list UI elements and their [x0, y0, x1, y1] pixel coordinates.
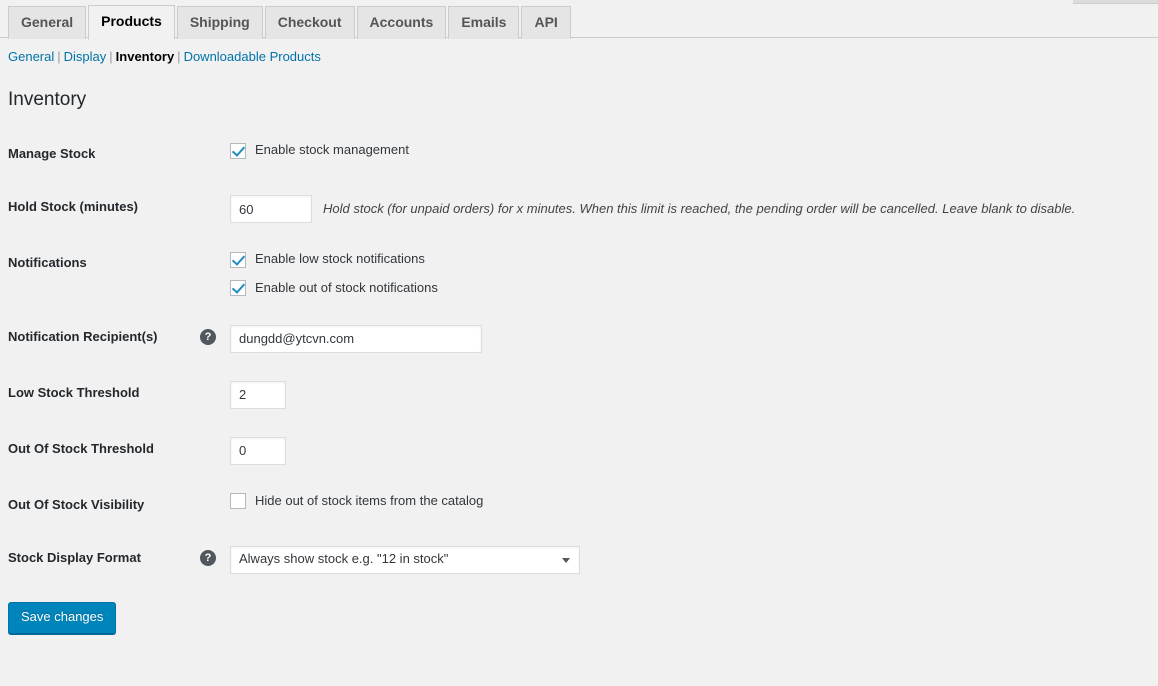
help-icon[interactable]: ?	[200, 329, 216, 346]
label-stock-display-format: Stock Display Format ?	[0, 532, 230, 588]
subnav-separator: |	[177, 49, 181, 64]
field-low-stock-threshold	[230, 367, 1150, 423]
tab-accounts[interactable]: Accounts	[356, 6, 447, 39]
tab-products[interactable]: Products	[88, 5, 175, 40]
stock-display-format-selected-value: Always show stock e.g. "12 in stock"	[239, 551, 449, 567]
row-notifications: Notifications Enable low stock notificat…	[0, 237, 1150, 311]
row-notification-recipients: Notification Recipient(s) ?	[0, 311, 1150, 367]
label-notification-recipients: Notification Recipient(s) ?	[0, 311, 230, 367]
label-out-of-stock-visibility-text: Out Of Stock Visibility	[8, 496, 145, 512]
label-hold-stock: Hold Stock (minutes)	[0, 181, 230, 237]
subnav-item-downloadable-products[interactable]: Downloadable Products	[184, 49, 321, 64]
label-manage-stock-text: Manage Stock	[8, 146, 96, 162]
checkbox-out-of-stock-notifications[interactable]	[230, 280, 246, 297]
label-notifications: Notifications	[0, 237, 230, 311]
checkbox-label-hide-out-of-stock-items[interactable]: Hide out of stock items from the catalog	[255, 493, 483, 510]
subnav-separator: |	[109, 49, 113, 64]
label-stock-display-format-text: Stock Display Format	[8, 549, 141, 565]
hold-stock-input[interactable]	[230, 195, 312, 224]
row-stock-display-format: Stock Display Format ? Always show stock…	[0, 532, 1150, 588]
checkbox-label-enable-stock-management[interactable]: Enable stock management	[255, 142, 409, 159]
checkbox-hide-out-of-stock-items[interactable]	[230, 493, 246, 510]
label-low-stock-threshold: Low Stock Threshold	[0, 367, 230, 423]
label-out-of-stock-visibility: Out Of Stock Visibility	[0, 479, 230, 532]
low-stock-threshold-input[interactable]	[230, 380, 286, 409]
subnav-separator: |	[57, 49, 61, 64]
settings-tab-bar: General Products Shipping Checkout Accounts E…	[0, 0, 1158, 40]
help-icon[interactable]: ?	[200, 550, 216, 567]
checkbox-low-stock-notifications[interactable]	[230, 251, 246, 268]
tab-emails[interactable]: Emails	[448, 6, 520, 39]
tab-general[interactable]: General	[8, 6, 87, 39]
field-notification-recipients	[230, 311, 1150, 367]
label-low-stock-threshold-text: Low Stock Threshold	[8, 384, 140, 400]
field-manage-stock: Enable stock management	[230, 128, 1150, 181]
subnav-item-general[interactable]: General	[8, 49, 54, 64]
label-notifications-text: Notifications	[8, 255, 87, 271]
field-out-of-stock-threshold	[230, 423, 1150, 479]
field-hold-stock: Hold stock (for unpaid orders) for x min…	[230, 181, 1150, 237]
field-notifications: Enable low stock notifications Enable ou…	[230, 237, 1150, 311]
subnav-item-inventory[interactable]: Inventory	[116, 49, 175, 64]
checkbox-row-hide-out-of-stock-items[interactable]: Hide out of stock items from the catalog	[230, 493, 1140, 510]
sub-navigation: General | Display | Inventory | Downloadable P…	[0, 38, 1158, 67]
stock-display-format-select[interactable]: Always show stock e.g. "12 in stock"	[230, 545, 580, 574]
submit-area: Save changes	[8, 601, 1158, 634]
checkbox-row-out-of-stock-notifications[interactable]: Enable out of stock notifications	[230, 280, 1140, 297]
checkbox-label-out-of-stock-notifications[interactable]: Enable out of stock notifications	[255, 280, 438, 297]
field-stock-display-format: Always show stock e.g. "12 in stock"	[230, 532, 1150, 588]
tab-shipping[interactable]: Shipping	[176, 6, 263, 39]
row-hold-stock: Hold Stock (minutes) Hold stock (for unp…	[0, 181, 1150, 237]
row-out-of-stock-threshold: Out Of Stock Threshold	[0, 423, 1150, 479]
subnav-item-display[interactable]: Display	[64, 49, 107, 64]
label-hold-stock-text: Hold Stock (minutes)	[8, 199, 139, 215]
page-title: Inventory	[8, 88, 87, 110]
field-out-of-stock-visibility: Hide out of stock items from the catalog	[230, 479, 1150, 532]
out-of-stock-threshold-input[interactable]	[230, 436, 286, 465]
checkbox-row-enable-stock-management[interactable]: Enable stock management	[230, 142, 1140, 159]
notification-recipients-input[interactable]	[230, 324, 482, 353]
label-out-of-stock-threshold-text: Out Of Stock Threshold	[8, 440, 154, 456]
checkbox-row-low-stock-notifications[interactable]: Enable low stock notifications	[230, 251, 1140, 268]
label-manage-stock: Manage Stock	[0, 128, 230, 181]
checkbox-label-low-stock-notifications[interactable]: Enable low stock notifications	[255, 251, 425, 268]
label-out-of-stock-threshold: Out Of Stock Threshold	[0, 423, 230, 479]
inventory-settings-table: Manage Stock Enable stock management Hol…	[0, 128, 1150, 588]
row-low-stock-threshold: Low Stock Threshold	[0, 367, 1150, 423]
chevron-down-icon	[562, 557, 570, 563]
checkbox-enable-stock-management[interactable]	[230, 142, 246, 159]
tab-api[interactable]: API	[521, 6, 571, 39]
row-out-of-stock-visibility: Out Of Stock Visibility Hide out of stoc…	[0, 479, 1150, 532]
tab-checkout[interactable]: Checkout	[264, 6, 355, 39]
label-notification-recipients-text: Notification Recipient(s)	[8, 328, 158, 344]
save-changes-button[interactable]: Save changes	[8, 601, 117, 634]
row-manage-stock: Manage Stock Enable stock management	[0, 128, 1150, 181]
hold-stock-description: Hold stock (for unpaid orders) for x min…	[323, 200, 1076, 216]
